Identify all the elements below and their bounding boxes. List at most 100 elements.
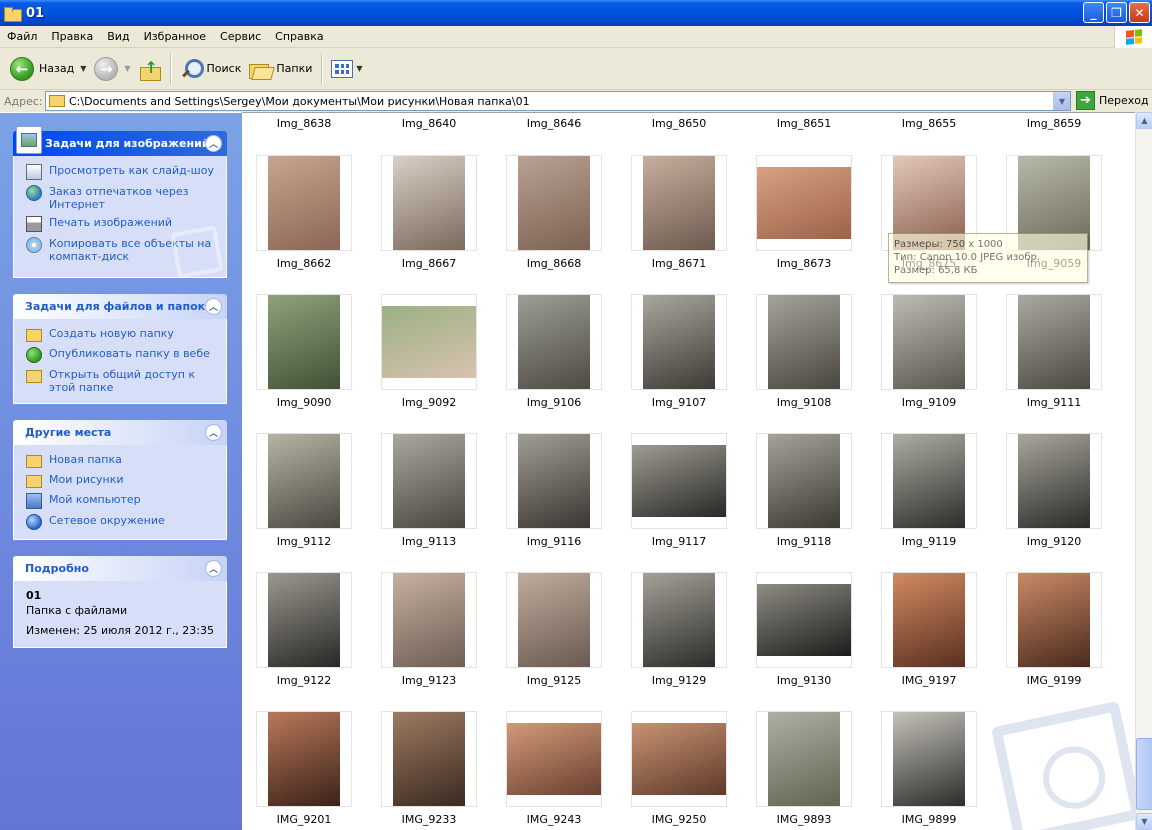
file-tasks-header[interactable]: Задачи для файлов и папок ︿	[13, 294, 227, 319]
other-places-header[interactable]: Другие места ︿	[13, 420, 227, 445]
maximize-button[interactable]: ❐	[1106, 2, 1127, 23]
thumbnail-frame[interactable]	[381, 572, 477, 668]
thumbnail-item[interactable]: Img_8673	[756, 155, 852, 271]
scroll-thumb[interactable]	[1136, 738, 1152, 810]
back-dropdown-icon[interactable]: ▼	[80, 64, 86, 73]
scroll-up-button[interactable]: ▲	[1136, 112, 1152, 129]
scroll-down-button[interactable]: ▼	[1136, 813, 1152, 830]
thumbnail-frame[interactable]	[756, 572, 852, 668]
collapse-chevron-icon[interactable]: ︿	[205, 135, 222, 152]
thumbnail-item[interactable]: Img_9122	[256, 572, 352, 688]
thumbnail-frame[interactable]	[506, 155, 602, 251]
thumbnail-caption[interactable]: Img_8651	[749, 117, 859, 131]
menu-help[interactable]: Справка	[268, 30, 330, 43]
thumbnail-frame[interactable]	[881, 572, 977, 668]
thumbnail-caption[interactable]: Img_8659	[999, 117, 1109, 131]
image-tasks-header[interactable]: Задачи для изображений ︿	[13, 126, 227, 156]
place-new-folder[interactable]: Новая папка	[26, 453, 216, 468]
thumbnail-frame[interactable]	[256, 294, 352, 390]
thumbnail-item[interactable]: Img_9107	[631, 294, 727, 410]
thumbnail-item[interactable]: Img_9120	[1006, 433, 1102, 549]
thumbnail-item[interactable]: IMG_9201	[256, 711, 352, 827]
thumbnail-item[interactable]: Img_9113	[381, 433, 477, 549]
details-header[interactable]: Подробно ︿	[13, 556, 227, 581]
task-publish-web[interactable]: Опубликовать папку в вебе	[26, 347, 216, 363]
thumbnail-frame[interactable]	[256, 572, 352, 668]
thumbnail-view[interactable]: Img_8638 Img_8640 Img_8646 Img_8650 Img_8651…	[242, 112, 1135, 830]
thumbnail-caption[interactable]: Img_8638	[249, 117, 359, 131]
thumbnail-item[interactable]: Img_9117	[631, 433, 727, 549]
close-button[interactable]: ✕	[1129, 2, 1150, 23]
thumbnail-frame[interactable]	[506, 711, 602, 807]
forward-dropdown-icon[interactable]: ▼	[124, 64, 130, 73]
thumbnail-item[interactable]: Img_9111	[1006, 294, 1102, 410]
menu-view[interactable]: Вид	[100, 30, 136, 43]
thumbnail-frame[interactable]	[756, 433, 852, 529]
thumbnail-caption[interactable]: Img_8655	[874, 117, 984, 131]
menu-favorites[interactable]: Избранное	[137, 30, 213, 43]
thumbnail-frame[interactable]	[381, 155, 477, 251]
thumbnail-item[interactable]: Img_9090	[256, 294, 352, 410]
thumbnail-item[interactable]: Img_9092	[381, 294, 477, 410]
thumbnail-item[interactable]: Img_9119	[881, 433, 977, 549]
back-button[interactable]: ← Назад ▼	[6, 52, 90, 86]
search-button[interactable]: Поиск	[176, 52, 246, 86]
thumbnail-frame[interactable]	[381, 711, 477, 807]
thumbnail-frame[interactable]	[506, 294, 602, 390]
thumbnail-item[interactable]: IMG_9197	[881, 572, 977, 688]
thumbnail-item[interactable]: IMG_9250	[631, 711, 727, 827]
thumbnail-frame[interactable]	[881, 294, 977, 390]
thumbnail-frame[interactable]	[631, 433, 727, 529]
address-dropdown-icon[interactable]: ▼	[1053, 92, 1070, 110]
thumbnail-item[interactable]: IMG_9899	[881, 711, 977, 827]
thumbnail-item[interactable]: Img_8662	[256, 155, 352, 271]
task-new-folder[interactable]: Создать новую папку	[26, 327, 216, 342]
thumbnail-item[interactable]: Img_9130	[756, 572, 852, 688]
thumbnail-caption[interactable]: Img_8646	[499, 117, 609, 131]
thumbnail-item[interactable]: Img_8671	[631, 155, 727, 271]
thumbnail-item[interactable]: Img_9129	[631, 572, 727, 688]
collapse-chevron-icon[interactable]: ︿	[205, 298, 222, 315]
thumbnail-item[interactable]: Img_9125	[506, 572, 602, 688]
thumbnail-frame[interactable]	[881, 711, 977, 807]
thumbnail-frame[interactable]	[1006, 294, 1102, 390]
thumbnail-frame[interactable]	[381, 294, 477, 390]
thumbnail-frame[interactable]	[1006, 433, 1102, 529]
collapse-chevron-icon[interactable]: ︿	[205, 424, 222, 441]
thumbnail-item[interactable]: Img_8667	[381, 155, 477, 271]
menu-tools[interactable]: Сервис	[213, 30, 268, 43]
thumbnail-frame[interactable]	[381, 433, 477, 529]
thumbnail-item[interactable]: Img_9112	[256, 433, 352, 549]
forward-button[interactable]: → ▼	[90, 52, 134, 86]
task-share-folder[interactable]: Открыть общий доступ к этой папке	[26, 368, 216, 394]
thumbnail-item[interactable]: Img_9109	[881, 294, 977, 410]
collapse-chevron-icon[interactable]: ︿	[205, 560, 222, 577]
up-button[interactable]: ↑	[135, 52, 165, 86]
thumbnail-frame[interactable]	[506, 572, 602, 668]
thumbnail-item[interactable]: IMG_9233	[381, 711, 477, 827]
thumbnail-frame[interactable]	[756, 711, 852, 807]
thumbnail-frame[interactable]	[631, 572, 727, 668]
vertical-scrollbar[interactable]: ▲ ▼	[1135, 112, 1152, 830]
thumbnail-item[interactable]: Img_9106	[506, 294, 602, 410]
address-input[interactable]: C:\Documents and Settings\Sergey\Мои док…	[45, 91, 1071, 111]
thumbnail-frame[interactable]	[756, 155, 852, 251]
thumbnail-item[interactable]: Img_8668	[506, 155, 602, 271]
go-button[interactable]: ➔ Переход	[1076, 91, 1149, 110]
thumbnail-caption[interactable]: Img_8640	[374, 117, 484, 131]
menu-edit[interactable]: Правка	[44, 30, 100, 43]
thumbnail-frame[interactable]	[631, 155, 727, 251]
thumbnail-frame[interactable]	[756, 294, 852, 390]
place-my-computer[interactable]: Мой компьютер	[26, 493, 216, 509]
thumbnail-frame[interactable]	[506, 433, 602, 529]
menu-file[interactable]: Файл	[0, 30, 44, 43]
thumbnail-item[interactable]: IMG_9893	[756, 711, 852, 827]
thumbnail-item[interactable]: Img_9108	[756, 294, 852, 410]
minimize-button[interactable]: _	[1083, 2, 1104, 23]
thumbnail-frame[interactable]	[631, 711, 727, 807]
thumbnail-frame[interactable]	[256, 711, 352, 807]
place-my-pictures[interactable]: Мои рисунки	[26, 473, 216, 488]
thumbnail-item[interactable]: IMG_9243	[506, 711, 602, 827]
thumbnail-item[interactable]: Img_9123	[381, 572, 477, 688]
task-order-prints[interactable]: Заказ отпечатков через Интернет	[26, 185, 216, 211]
